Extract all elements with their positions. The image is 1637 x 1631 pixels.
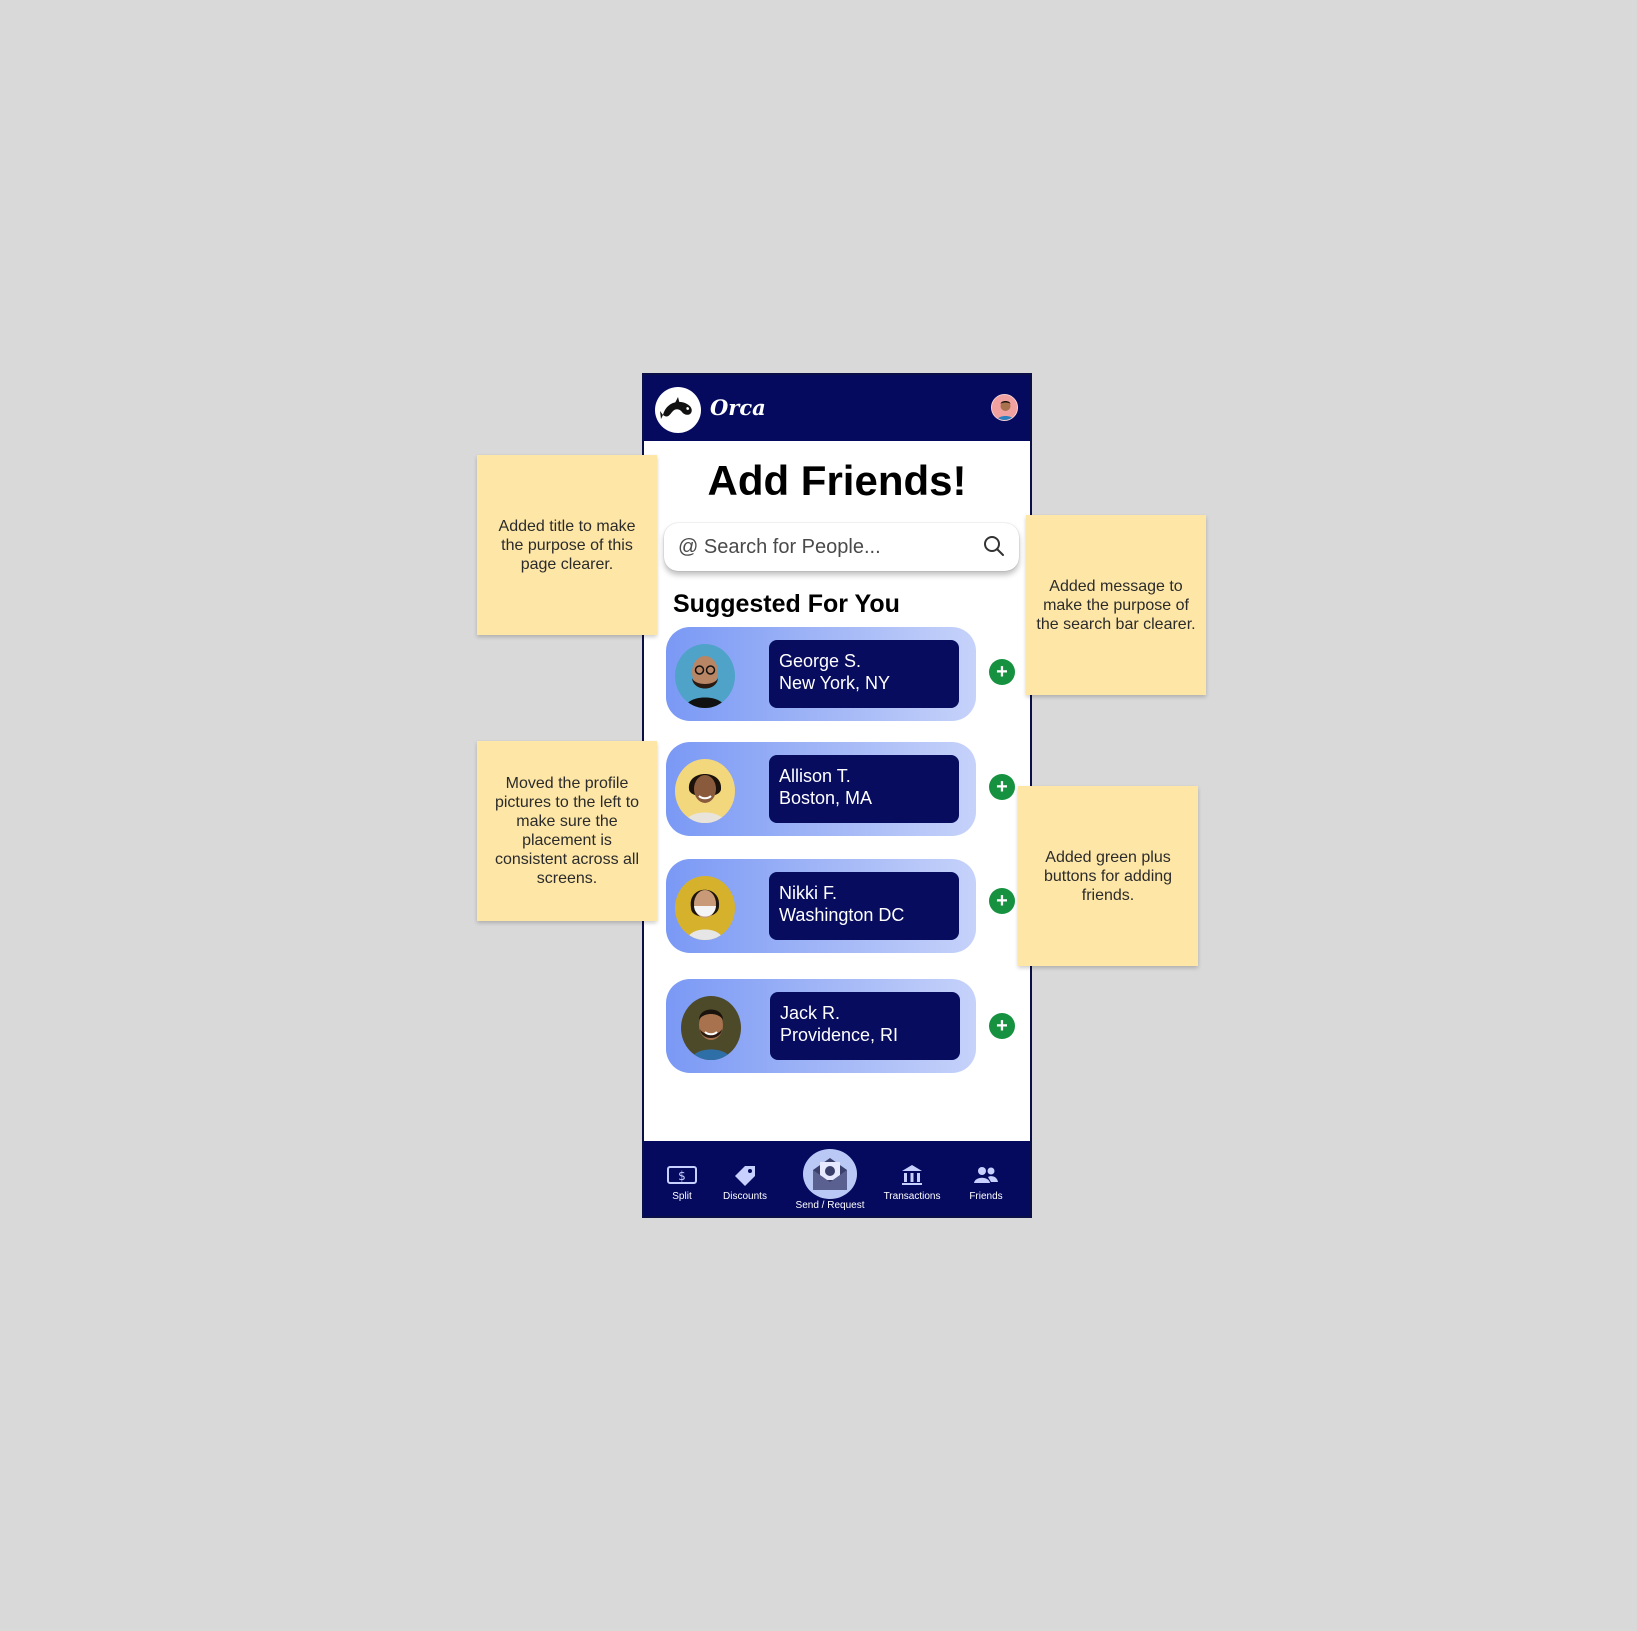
friend-photo [675,876,735,940]
nav-send-request[interactable]: Send / Request [790,1141,870,1216]
search-input[interactable] [678,533,968,561]
add-friend-button[interactable]: + [989,888,1015,914]
nav-label: Transactions [883,1191,941,1202]
page-title: Add Friends! [707,457,967,504]
plus-icon: + [996,776,1008,798]
search-icon[interactable] [983,535,1005,557]
person-photo-icon [681,996,741,1060]
bank-icon [900,1163,924,1187]
svg-text:$: $ [678,1169,686,1183]
sticky-note: Added message to make the purpose of the… [1026,515,1206,695]
user-avatar[interactable] [991,394,1018,421]
section-title: Suggested For You [673,590,900,618]
friend-name: Jack R. [780,1003,841,1023]
nav-discounts[interactable]: Discounts [714,1141,776,1216]
sticky-note-text: Added green plus buttons for adding frie… [1043,848,1173,904]
nav-label: Send / Request [795,1200,865,1211]
friend-photo [675,759,735,823]
bottom-nav: $ Split Discounts Send / Request Transac… [644,1141,1030,1216]
friend-name: Nikki F. [779,883,837,903]
friend-name: George S. [779,651,862,671]
friend-location: Boston, MA [779,788,873,808]
search-bar [664,523,1019,571]
avatar-person-icon [992,395,1017,420]
sticky-note: Added title to make the purpose of this … [477,455,657,635]
nav-transactions[interactable]: Transactions [880,1141,944,1216]
friend-location: New York, NY [779,673,891,693]
person-photo-icon [675,644,735,708]
sticky-note: Moved the profile pictures to the left t… [477,741,657,921]
friend-info[interactable]: Allison T. Boston, MA [769,755,959,823]
friend-card: Nikki F. Washington DC [666,859,976,953]
friend-photo [675,644,735,708]
nav-label: Split [672,1191,692,1202]
sticky-note-text: Added title to make the purpose of this … [498,517,636,573]
add-friend-button[interactable]: + [989,659,1015,685]
people-icon [974,1163,998,1187]
plus-icon: + [996,661,1008,683]
orca-whale-icon [660,397,692,419]
app-name: Orca [710,395,766,420]
friend-info[interactable]: Nikki F. Washington DC [769,872,959,940]
person-photo-icon [675,759,735,823]
orca-logo[interactable] [655,387,701,433]
phone-screen: Orca Add Friends! Suggested For You [642,373,1032,1218]
add-friend-button[interactable]: + [989,774,1015,800]
nav-friends[interactable]: Friends [962,1141,1010,1216]
nav-label: Friends [969,1191,1003,1202]
sticky-note: Added green plus buttons for adding frie… [1018,786,1198,966]
friend-info[interactable]: Jack R. Providence, RI [770,992,960,1060]
friend-location: Providence, RI [780,1025,899,1045]
tag-icon [733,1163,757,1187]
sticky-note-text: Added message to make the purpose of the… [1036,577,1196,633]
app-header: Orca [644,375,1030,441]
nav-label: Discounts [723,1191,767,1202]
friend-card: Jack R. Providence, RI [666,979,976,1073]
nav-split[interactable]: $ Split [662,1141,702,1216]
plus-icon: + [996,1015,1008,1037]
add-friend-button[interactable]: + [989,1013,1015,1039]
friend-card: George S. New York, NY [666,627,976,721]
plus-icon: + [996,890,1008,912]
friend-card: Allison T. Boston, MA [666,742,976,836]
friend-info[interactable]: George S. New York, NY [769,640,959,708]
sticky-note-text: Moved the profile pictures to the left t… [494,775,640,887]
envelope-money-icon [803,1149,857,1199]
person-photo-icon [675,876,735,940]
friend-location: Washington DC [779,905,905,925]
friend-photo [681,996,741,1060]
friend-name: Allison T. [779,766,851,786]
split-money-icon: $ [667,1163,697,1187]
